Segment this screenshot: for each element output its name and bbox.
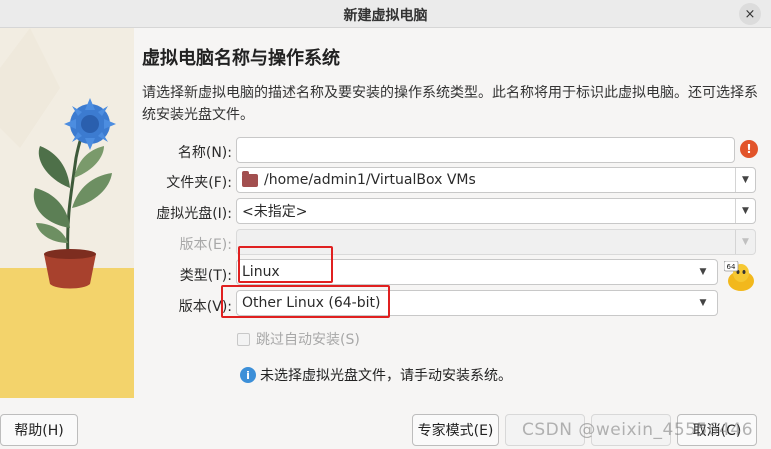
type-label: 类型(T): bbox=[179, 268, 232, 284]
chevron-down-icon[interactable]: ▼ bbox=[693, 291, 713, 315]
help-button[interactable]: 帮助(H) bbox=[0, 414, 78, 446]
folder-value: /home/admin1/VirtualBox VMs bbox=[264, 172, 476, 188]
window-title: 新建虚拟电脑 bbox=[343, 8, 428, 24]
iso-combo[interactable]: <未指定> ▼ bbox=[236, 198, 756, 224]
skip-unattended-checkbox: 跳过自动安装(S) bbox=[237, 329, 360, 349]
edition-label: 版本(E): bbox=[179, 237, 233, 253]
annotation-box-version bbox=[221, 285, 390, 318]
info-icon: i bbox=[240, 367, 256, 383]
page-description: 请选择新虚拟电脑的描述名称及要安装的操作系统类型。此名称将用于标识此虚拟电脑。还… bbox=[142, 85, 758, 123]
chevron-down-icon[interactable]: ▼ bbox=[735, 199, 755, 223]
chevron-down-icon: ▼ bbox=[735, 230, 755, 254]
info-text: 未选择虚拟光盘文件，请手动安装系统。 bbox=[260, 368, 512, 384]
folder-label: 文件夹(F): bbox=[166, 175, 232, 191]
title-bar: 新建虚拟电脑 × bbox=[0, 0, 771, 28]
checkbox-icon bbox=[237, 332, 250, 346]
iso-label: 虚拟光盘(I): bbox=[156, 206, 232, 222]
close-button[interactable]: × bbox=[739, 3, 761, 25]
linux-os-icon: 64 bbox=[723, 260, 756, 291]
watermark: CSDN @weixin_45556446 bbox=[522, 420, 754, 440]
name-input[interactable] bbox=[236, 137, 735, 163]
page-heading: 虚拟电脑名称与操作系统 bbox=[142, 48, 340, 69]
iso-value: <未指定> bbox=[242, 204, 308, 220]
wizard-illustration bbox=[0, 28, 134, 398]
chevron-down-icon[interactable]: ▼ bbox=[735, 168, 755, 192]
folder-icon bbox=[242, 170, 258, 187]
close-icon: × bbox=[744, 6, 756, 22]
chevron-down-icon[interactable]: ▼ bbox=[693, 260, 713, 284]
skip-unattended-label: 跳过自动安装(S) bbox=[256, 332, 360, 348]
expert-mode-button[interactable]: 专家模式(E) bbox=[412, 414, 499, 446]
folder-combo[interactable]: /home/admin1/VirtualBox VMs ▼ bbox=[236, 167, 756, 193]
annotation-box-type bbox=[238, 246, 333, 283]
warning-icon: ! bbox=[740, 140, 758, 158]
name-label: 名称(N): bbox=[177, 145, 232, 161]
info-message: i 未选择虚拟光盘文件，请手动安装系统。 bbox=[240, 365, 512, 385]
os-icon-badge: 64 bbox=[727, 263, 736, 271]
